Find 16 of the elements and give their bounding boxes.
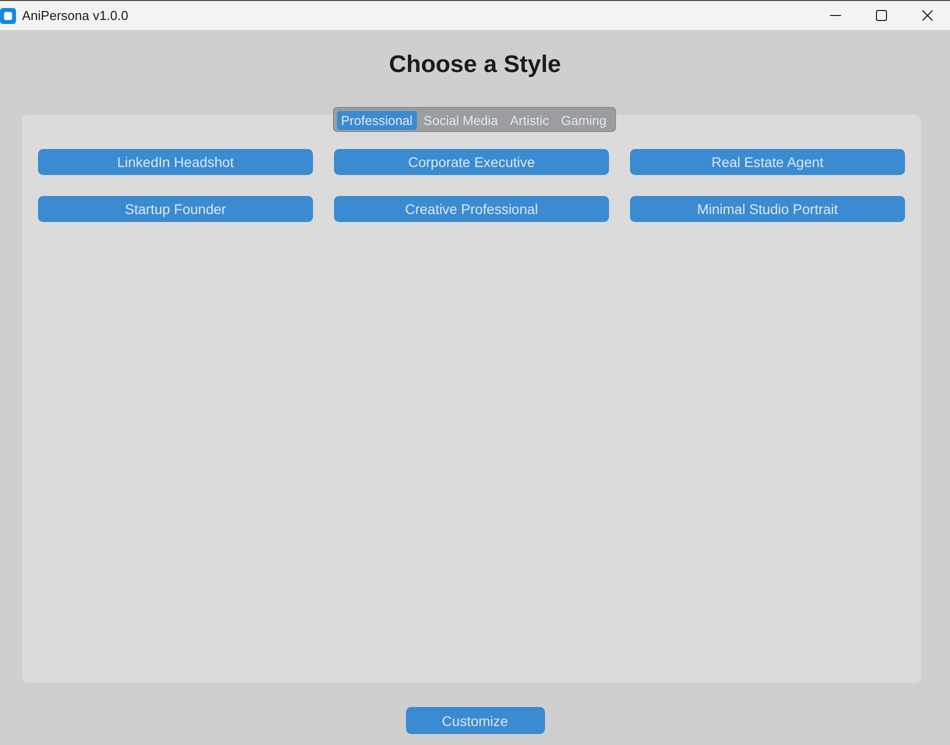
page-heading: Choose a Style [388, 50, 562, 80]
maximize-icon [876, 10, 886, 21]
category-tab[interactable]: Artistic [504, 111, 554, 130]
style-button[interactable]: Minimal Studio Portrait [630, 196, 905, 222]
close-icon [922, 10, 932, 21]
style-button[interactable]: Creative Professional [334, 196, 609, 222]
category-tab[interactable]: Social Media [418, 111, 503, 130]
window-title: AniPersona v1.0.0 [22, 8, 128, 23]
customize-button[interactable]: Customize [406, 707, 544, 734]
style-button[interactable]: Real Estate Agent [630, 149, 905, 175]
style-button[interactable]: Corporate Executive [334, 149, 609, 175]
category-tab[interactable]: Gaming [556, 111, 612, 130]
style-button[interactable]: LinkedIn Headshot [38, 149, 313, 175]
category-tab[interactable]: Professional [337, 111, 417, 130]
style-button[interactable]: Startup Founder [38, 196, 313, 222]
minimize-icon [830, 15, 840, 16]
